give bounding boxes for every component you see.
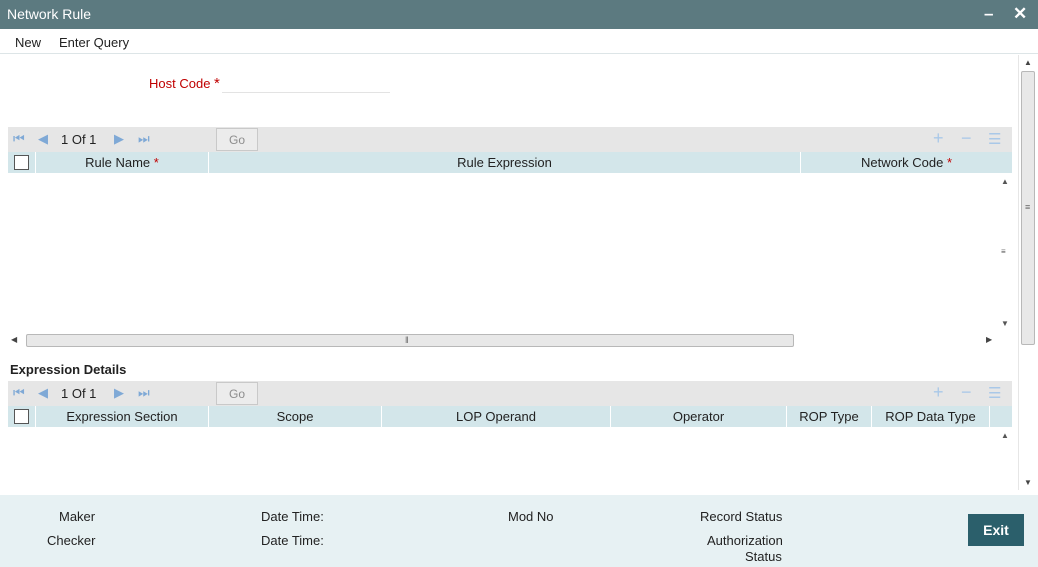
prev-page-icon[interactable]: ◀ (38, 131, 48, 147)
column-network-code[interactable]: Network Code * (801, 152, 1012, 173)
column-scope[interactable]: Scope (209, 406, 382, 427)
plus-icon[interactable]: + (933, 128, 944, 149)
rule-grid-body (8, 173, 998, 333)
column-rule-expression[interactable]: Rule Expression (209, 152, 801, 173)
scroll-left-icon[interactable]: ◀ (11, 335, 17, 344)
column-expression-section[interactable]: Expression Section (36, 406, 209, 427)
column-network-code-label: Network Code (860, 155, 944, 170)
first-page-icon[interactable]: ⏮ (13, 385, 25, 401)
next-page-icon[interactable]: ▶ (114, 385, 124, 401)
first-page-icon[interactable]: ⏮ (13, 131, 25, 147)
column-rule-expression-label: Rule Expression (457, 155, 552, 170)
menu-new[interactable]: New (15, 35, 41, 50)
close-icon[interactable]: ✕ (1013, 2, 1027, 26)
column-lop-operand-label: LOP Operand (456, 409, 536, 424)
prev-page-icon[interactable]: ◀ (38, 385, 48, 401)
vscroll-thumb[interactable]: ≡ (1021, 71, 1035, 345)
select-all-checkbox[interactable] (14, 409, 29, 424)
column-scope-label: Scope (276, 409, 314, 424)
host-code-label-text: Host Code (149, 76, 211, 91)
scroll-right-icon[interactable]: ▶ (986, 335, 992, 344)
required-mark: * (214, 75, 220, 92)
column-operator[interactable]: Operator (611, 406, 787, 427)
exit-button[interactable]: Exit (968, 514, 1024, 546)
required-mark: * (153, 155, 159, 170)
rule-grid-vscroll[interactable]: ▲ ≡ ▼ (998, 173, 1012, 333)
rule-grid-header: Rule Name * Rule Expression Network Code… (8, 152, 1012, 173)
required-mark: * (946, 155, 953, 170)
column-lop-operand[interactable]: LOP Operand (382, 406, 611, 427)
scroll-up-icon[interactable]: ▲ (1024, 58, 1032, 67)
select-all-cell (8, 406, 36, 427)
column-filler (990, 406, 1012, 427)
last-page-icon[interactable]: ⏭ (138, 385, 150, 401)
expression-grid-toolbar: ⏮ ◀ 1 Of 1 ▶ ⏭ Go + − ☰ (8, 381, 1012, 406)
column-rop-data-type-label: ROP Data Type (885, 409, 976, 424)
rule-grid-pager: 1 Of 1 (61, 132, 97, 147)
select-all-cell (8, 152, 36, 173)
column-operator-label: Operator (672, 409, 725, 424)
next-page-icon[interactable]: ▶ (114, 131, 124, 147)
host-code-input[interactable] (222, 71, 390, 93)
scroll-grip-icon: ≡ (1025, 202, 1031, 212)
expression-grid-vscroll[interactable]: ▲ (998, 427, 1012, 487)
rule-grid-toolbar: ⏮ ◀ 1 Of 1 ▶ ⏭ Go + − ☰ (8, 127, 1012, 152)
column-rule-name-label: Rule Name (85, 155, 151, 170)
authorization-status-label: Status (745, 549, 782, 564)
checker-date-time-label: Date Time: (261, 533, 324, 548)
list-icon[interactable]: ☰ (988, 130, 1001, 148)
last-page-icon[interactable]: ⏭ (138, 131, 150, 147)
expression-grid-header: Expression Section Scope LOP Operand Ope… (8, 406, 1012, 427)
menu-enter-query[interactable]: Enter Query (59, 35, 129, 50)
hscroll-thumb[interactable]: ‖ (26, 334, 794, 347)
maker-label: Maker (59, 509, 96, 524)
window-title: Network Rule (7, 6, 92, 22)
maker-date-time-label: Date Time: (261, 509, 324, 524)
audit-footer: Maker Checker Date Time: Date Time: Mod … (0, 495, 1038, 567)
rule-grid-go-button[interactable]: Go (216, 128, 258, 151)
column-rop-type[interactable]: ROP Type (787, 406, 872, 427)
main-content: Host Code * ⏮ ◀ 1 Of 1 ▶ ⏭ Go + − ☰ Rule… (0, 55, 1018, 495)
scroll-up-icon[interactable]: ▲ (1001, 431, 1009, 440)
host-code-label: Host Code * (149, 75, 220, 92)
list-icon[interactable]: ☰ (988, 384, 1001, 402)
title-bar: Network Rule – ✕ (0, 0, 1038, 29)
column-rule-name[interactable]: Rule Name * (36, 152, 209, 173)
expression-grid-body (8, 427, 998, 495)
authorization-label: Authorization (707, 533, 783, 548)
column-rop-type-label: ROP Type (799, 409, 859, 424)
mod-no-label: Mod No (508, 509, 554, 524)
main-vscroll[interactable]: ▲ ≡ ▼ (1018, 55, 1038, 490)
select-all-checkbox[interactable] (14, 155, 29, 170)
scroll-down-icon[interactable]: ▼ (1024, 478, 1032, 487)
menu-bar: New Enter Query (0, 29, 1038, 54)
rule-grid-hscroll[interactable]: ◀ ‖ ▶ (8, 333, 998, 348)
minus-icon[interactable]: − (961, 382, 972, 403)
expression-details-title: Expression Details (10, 362, 127, 377)
scroll-down-icon[interactable]: ▼ (1001, 319, 1009, 328)
plus-icon[interactable]: + (933, 382, 944, 403)
minimize-icon[interactable]: – (984, 2, 993, 26)
expression-grid-pager: 1 Of 1 (61, 386, 97, 401)
column-rop-data-type[interactable]: ROP Data Type (872, 406, 990, 427)
expression-grid-go-button[interactable]: Go (216, 382, 258, 405)
scroll-up-icon[interactable]: ▲ (1001, 177, 1009, 186)
record-status-label: Record Status (700, 509, 783, 524)
minus-icon[interactable]: − (961, 128, 972, 149)
checker-label: Checker (47, 533, 96, 548)
column-expression-section-label: Expression Section (66, 409, 178, 424)
scroll-grip-icon: ≡ (1001, 247, 1006, 256)
scroll-grip-icon: ‖ (405, 335, 409, 345)
